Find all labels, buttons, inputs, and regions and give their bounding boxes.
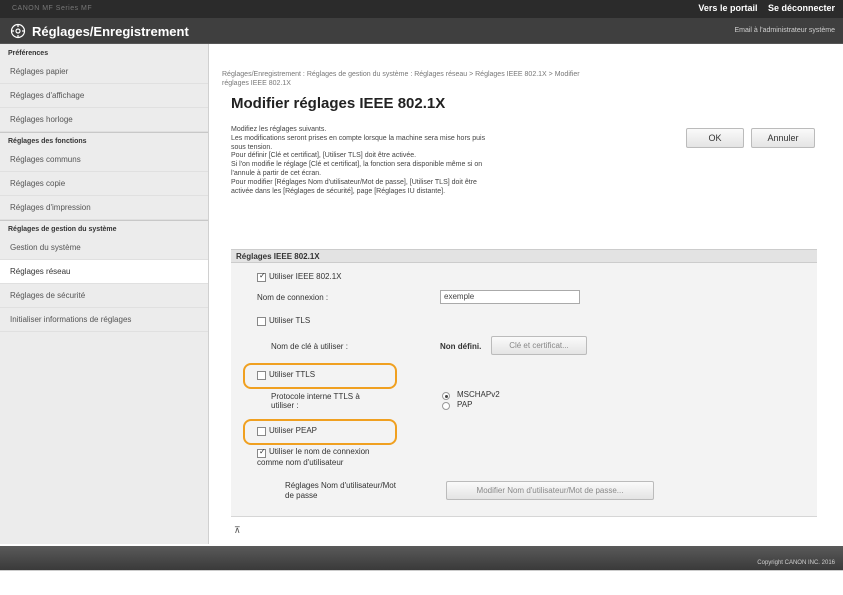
bottom-strip <box>0 570 843 595</box>
use-login-as-user-checkbox[interactable] <box>257 447 266 458</box>
use-ieee-checkbox[interactable] <box>257 271 266 282</box>
top-bar: CANON MF Series MF Vers le portail Se dé… <box>0 0 843 18</box>
sidebar: Préférences Réglages papier Réglages d'a… <box>0 44 209 544</box>
breadcrumb-line2: réglages IEEE 802.1X <box>222 80 291 87</box>
pap-radio[interactable] <box>442 402 450 410</box>
key-name-label: Nom de clé à utiliser : <box>271 342 348 351</box>
breadcrumb: Réglages/Enregistrement : Réglages de ge… <box>222 70 807 88</box>
sidebar-item-common[interactable]: Réglages communs <box>0 148 208 172</box>
header-title: Réglages/Enregistrement <box>32 24 189 39</box>
use-login-as-user-label-line1: Utiliser le nom de connexion <box>269 447 370 456</box>
login-name-label: Nom de connexion : <box>257 293 329 302</box>
portal-link[interactable]: Vers le portail <box>698 3 757 13</box>
sidebar-item-security[interactable]: Réglages de sécurité <box>0 284 208 308</box>
sidebar-item-paper[interactable]: Réglages papier <box>0 60 208 84</box>
use-ttls-label: Utiliser TTLS <box>269 370 316 379</box>
logout-link[interactable]: Se déconnecter <box>768 3 835 13</box>
ok-button[interactable]: OK <box>686 128 744 148</box>
ttls-protocol-label-line2: utiliser : <box>271 401 299 410</box>
use-tls-label: Utiliser TLS <box>269 316 311 325</box>
sidebar-item-copy[interactable]: Réglages copie <box>0 172 208 196</box>
settings-gear-icon <box>10 23 26 39</box>
sidebar-item-initialize[interactable]: Initialiser informations de réglages <box>0 308 208 332</box>
ttls-protocol-label-line1: Protocole interne TTLS à <box>271 392 360 401</box>
sidebar-item-display[interactable]: Réglages d'affichage <box>0 84 208 108</box>
breadcrumb-line1[interactable]: Réglages/Enregistrement : Réglages de ge… <box>222 70 807 79</box>
back-to-top-icon[interactable]: ⊼ <box>234 525 241 536</box>
page-title: Modifier réglages IEEE 802.1X <box>231 95 446 112</box>
mschapv2-radio[interactable] <box>442 392 450 400</box>
mschapv2-label: MSCHAPv2 <box>457 390 500 399</box>
pap-label: PAP <box>457 400 473 409</box>
top-links: Vers le portail Se déconnecter <box>690 3 835 13</box>
key-name-value: Non défini. <box>440 342 482 351</box>
edit-user-pass-button[interactable]: Modifier Nom d'utilisateur/Mot de passe.… <box>446 481 654 500</box>
section-title: Réglages IEEE 802.1X <box>231 249 817 263</box>
email-admin-link[interactable]: Email à l'administrateur système <box>734 27 835 34</box>
footer: Copyright CANON INC. 2016 <box>0 546 843 570</box>
use-ttls-checkbox[interactable] <box>257 371 266 380</box>
use-peap-label: Utiliser PEAP <box>269 426 318 435</box>
device-name: CANON MF Series MF <box>12 5 93 12</box>
user-pass-label-line1: Réglages Nom d'utilisateur/Mot <box>285 481 396 490</box>
page-description: Modifiez les réglages suivants. Les modi… <box>231 126 486 195</box>
login-name-input[interactable]: exemple <box>440 290 580 304</box>
use-peap-checkbox[interactable] <box>257 427 266 436</box>
sidebar-item-print[interactable]: Réglages d'impression <box>0 196 208 220</box>
sidebar-item-system-management[interactable]: Gestion du système <box>0 236 208 260</box>
sidebar-heading-functions: Réglages des fonctions <box>8 138 87 145</box>
cancel-button[interactable]: Annuler <box>751 128 815 148</box>
copyright: Copyright CANON INC. 2016 <box>757 560 835 566</box>
use-login-as-user-label-line2: comme nom d'utilisateur <box>257 458 344 467</box>
sidebar-heading-preferences: Préférences <box>8 50 49 57</box>
page-header: Réglages/Enregistrement Email à l'admini… <box>0 18 843 44</box>
peap-highlight <box>243 419 397 445</box>
key-certificate-button[interactable]: Clé et certificat... <box>491 336 587 355</box>
sidebar-item-network[interactable]: Réglages réseau <box>0 260 208 284</box>
sidebar-heading-system: Réglages de gestion du système <box>8 226 117 233</box>
sidebar-item-clock[interactable]: Réglages horloge <box>0 108 208 132</box>
use-tls-checkbox[interactable] <box>257 317 266 326</box>
user-pass-label-line2: de passe <box>285 491 318 500</box>
use-ieee-label: Utiliser IEEE 802.1X <box>269 272 342 281</box>
ttls-highlight <box>243 363 397 389</box>
